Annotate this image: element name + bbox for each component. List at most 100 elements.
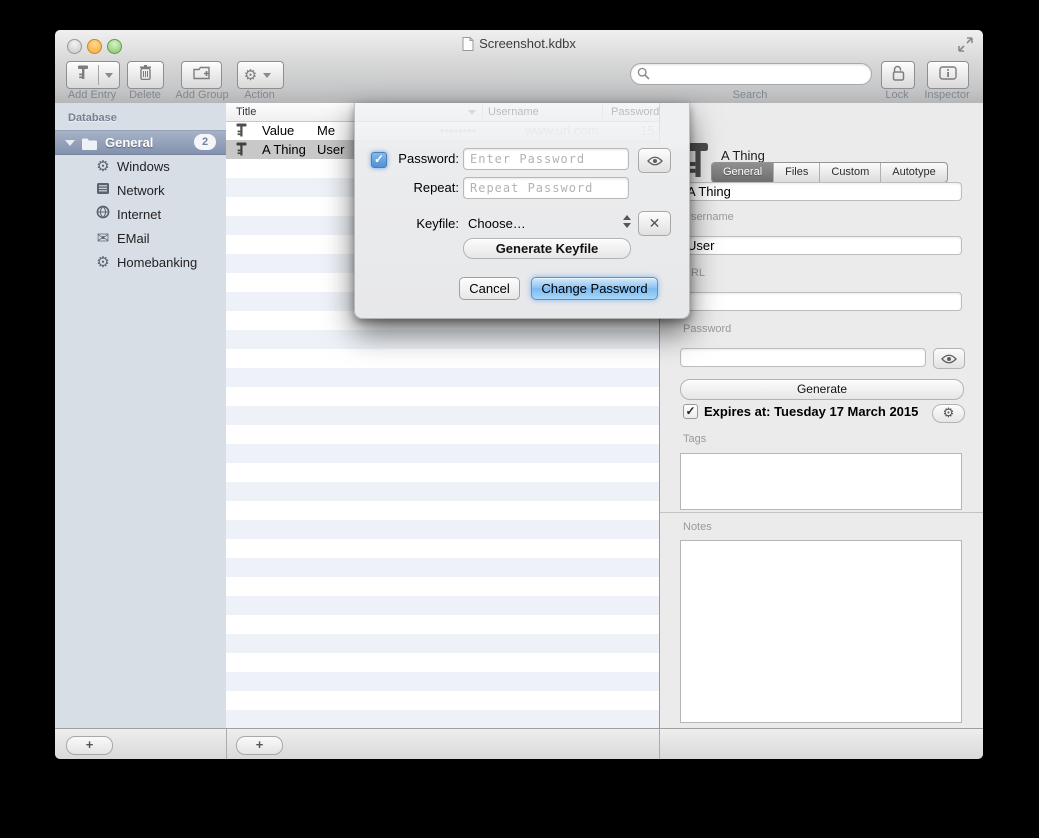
- table-row-empty: [226, 710, 659, 729]
- repeat-label: Repeat:: [369, 177, 459, 199]
- sidebar-item-email[interactable]: ✉ EMail: [55, 227, 226, 251]
- keyfile-stepper-icon[interactable]: [623, 215, 631, 228]
- table-row-empty: [226, 501, 659, 520]
- column-header-title[interactable]: Title: [236, 103, 256, 121]
- sidebar-item-label: EMail: [117, 227, 150, 251]
- table-row-empty: [226, 444, 659, 463]
- sidebar-group-general[interactable]: General 2: [55, 130, 226, 155]
- expires-settings-button[interactable]: ⚙: [932, 404, 965, 423]
- table-row-empty: [226, 482, 659, 501]
- tags-field[interactable]: [680, 453, 962, 510]
- fullscreen-icon[interactable]: [958, 37, 973, 52]
- clear-keyfile-button[interactable]: ✕: [638, 211, 671, 236]
- sidebar-item-internet[interactable]: Internet: [55, 203, 226, 227]
- window-title: Screenshot.kdbx: [479, 36, 576, 51]
- action-button[interactable]: ⚙: [237, 61, 284, 89]
- app-window: Screenshot.kdbx Add Entry Delete Add Gro…: [55, 30, 983, 759]
- add-group-footer-button[interactable]: +: [66, 736, 113, 755]
- generate-password-button[interactable]: Generate: [680, 379, 964, 400]
- footer-bar: + +: [55, 728, 983, 759]
- sidebar-item-windows[interactable]: ⚙ Windows: [55, 155, 226, 179]
- unlock-icon: [891, 65, 906, 86]
- tab-general[interactable]: General: [712, 163, 774, 182]
- change-password-button[interactable]: Change Password: [531, 277, 658, 300]
- lock-button[interactable]: [881, 61, 915, 89]
- cell-username: Me: [317, 121, 335, 140]
- split-divider: [98, 65, 99, 85]
- search-label: Search: [630, 89, 870, 101]
- search-input[interactable]: [653, 65, 867, 83]
- show-password-button[interactable]: [638, 148, 671, 173]
- table-row-empty: [226, 368, 659, 387]
- document-icon: [462, 37, 474, 56]
- gear-icon: ⚙: [244, 68, 257, 83]
- sidebar-item-homebanking[interactable]: ⚙ Homebanking: [55, 251, 226, 275]
- eye-icon: [647, 156, 663, 166]
- url-field[interactable]: [680, 292, 962, 311]
- add-group-label: Add Group: [167, 89, 237, 101]
- table-row-empty: [226, 520, 659, 539]
- sidebar: Database General 2 ⚙ Windows Network Int…: [55, 103, 227, 729]
- sidebar-section-database: Database: [68, 112, 117, 124]
- title-field[interactable]: [680, 182, 962, 201]
- generate-keyfile-button[interactable]: Generate Keyfile: [463, 238, 631, 259]
- table-row-empty: [226, 596, 659, 615]
- cell-username: User: [317, 140, 344, 159]
- table-row-empty: [226, 634, 659, 653]
- expires-checkbox[interactable]: ✓: [683, 404, 698, 419]
- table-row-empty: [226, 425, 659, 444]
- tab-files[interactable]: Files: [774, 163, 820, 182]
- keyfile-popup[interactable]: Choose…: [468, 213, 526, 235]
- sidebar-item-label: Network: [117, 179, 165, 203]
- inspector-label: Inspector: [912, 89, 982, 101]
- add-entry-button[interactable]: [66, 61, 120, 89]
- notes-field[interactable]: [680, 540, 962, 723]
- show-password-button[interactable]: [933, 348, 965, 369]
- disclosure-triangle-icon[interactable]: [65, 140, 75, 146]
- table-row-empty: [226, 672, 659, 691]
- table-row-empty: [226, 349, 659, 368]
- close-x-icon: ✕: [649, 215, 661, 232]
- gear-icon: ⚙: [94, 251, 112, 275]
- table-row-empty: [226, 577, 659, 596]
- username-field[interactable]: [680, 236, 962, 255]
- table-row-empty: [226, 330, 659, 349]
- add-group-button[interactable]: [181, 61, 222, 89]
- keyfile-label: Keyfile:: [369, 213, 459, 235]
- trash-icon: [139, 65, 152, 85]
- delete-button[interactable]: [127, 61, 164, 89]
- expires-row: ✓ Expires at: Tuesday 17 March 2015: [683, 404, 918, 419]
- gear-icon: ⚙: [94, 155, 112, 179]
- password-input[interactable]: [463, 148, 629, 170]
- tab-custom[interactable]: Custom: [820, 163, 881, 182]
- inspector-tabs: General Files Custom Autotype: [711, 162, 948, 183]
- toolbar: Screenshot.kdbx Add Entry Delete Add Gro…: [55, 30, 983, 104]
- count-badge: 2: [194, 134, 216, 150]
- sidebar-item-label: Homebanking: [117, 251, 197, 275]
- table-row-empty: [226, 691, 659, 710]
- add-entry-footer-button[interactable]: +: [236, 736, 283, 755]
- tab-autotype[interactable]: Autotype: [881, 163, 946, 182]
- sidebar-group-label: General: [105, 131, 153, 154]
- table-row-empty: [226, 653, 659, 672]
- username-label: Username: [683, 211, 734, 223]
- sidebar-item-network[interactable]: Network: [55, 179, 226, 203]
- cancel-button[interactable]: Cancel: [459, 277, 520, 300]
- inspector-button[interactable]: [927, 61, 969, 89]
- cell-title: A Thing: [262, 140, 306, 159]
- chevron-down-icon: [263, 73, 271, 78]
- search-icon: [637, 67, 650, 80]
- info-icon: [939, 66, 957, 85]
- key-icon: [687, 142, 709, 181]
- password-field[interactable]: [680, 348, 926, 367]
- sidebar-item-label: Internet: [117, 203, 161, 227]
- table-row-empty: [226, 406, 659, 425]
- cell-title: Value: [262, 121, 294, 140]
- password-label: Password: [683, 323, 731, 335]
- search-field-wrap: [630, 63, 872, 85]
- table-row-empty: [226, 615, 659, 634]
- folder-plus-icon: [193, 66, 210, 85]
- eye-icon: [941, 354, 957, 364]
- repeat-input[interactable]: [463, 177, 629, 199]
- entry-title: A Thing: [721, 148, 765, 163]
